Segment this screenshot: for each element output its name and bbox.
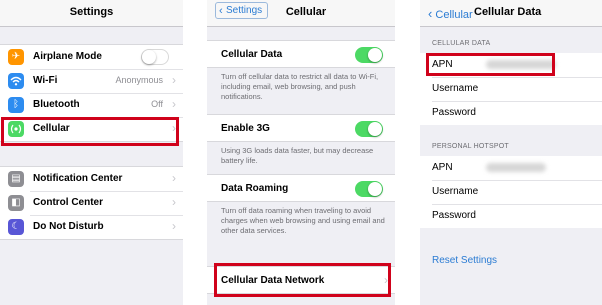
control-center-icon: ◧ <box>8 195 24 211</box>
airplane-icon: ✈ <box>8 49 24 65</box>
back-button-cellular[interactable]: ‹ Cellular <box>428 6 473 21</box>
password-label: Password <box>432 210 476 221</box>
password-row[interactable]: Password <box>420 101 602 125</box>
airplane-mode-toggle[interactable] <box>141 49 169 65</box>
cellular-navbar: ‹ Settings Cellular <box>207 0 395 27</box>
hotspot-apn-row[interactable]: APN <box>420 156 602 180</box>
hotspot-password-row[interactable]: Password <box>420 204 602 228</box>
back-label: Cellular <box>435 9 473 21</box>
page-title: Cellular Data <box>474 6 542 18</box>
moon-icon: ☾ <box>8 219 24 235</box>
apn-highlight-box <box>426 53 555 76</box>
enable-3g-footer: Using 3G loads data faster, but may decr… <box>221 146 374 165</box>
settings-screen: Settings ✈ Airplane Mode Wi-Fi Anonymous… <box>0 0 183 305</box>
settings-row-wifi[interactable]: Wi-Fi Anonymous › <box>0 69 183 93</box>
chevron-right-icon: › <box>172 219 176 233</box>
username-label: Username <box>432 83 479 94</box>
settings-navbar: Settings <box>0 0 183 27</box>
section-header-cellular-data: CELLULAR DATA <box>432 40 491 47</box>
row-label: Data Roaming <box>221 183 289 194</box>
cellular-data-footer: Turn off cellular data to restrict all d… <box>221 72 379 101</box>
bluetooth-status-value: Off <box>151 99 163 109</box>
hotspot-username-row[interactable]: Username <box>420 180 602 204</box>
notification-center-icon: ▤ <box>8 171 24 187</box>
row-label: Do Not Disturb <box>33 221 104 232</box>
row-label: Airplane Mode <box>33 51 102 62</box>
wifi-icon <box>8 73 24 89</box>
data-roaming-toggle[interactable] <box>355 181 383 197</box>
chevron-right-icon: › <box>172 195 176 209</box>
row-label: Cellular Data <box>221 49 283 60</box>
settings-row-notification-center[interactable]: ▤ Notification Center › <box>0 167 183 191</box>
reset-settings-button[interactable]: Reset Settings <box>432 255 497 266</box>
username-label: Username <box>432 186 479 197</box>
cellular-data-screen: ‹ Cellular Cellular Data CELLULAR DATA A… <box>420 0 602 305</box>
settings-group-system: ▤ Notification Center › ◧ Control Center… <box>0 166 183 240</box>
settings-row-do-not-disturb[interactable]: ☾ Do Not Disturb › <box>0 215 183 239</box>
settings-row-control-center[interactable]: ◧ Control Center › <box>0 191 183 215</box>
wifi-network-value: Anonymous <box>115 75 163 85</box>
chevron-right-icon: › <box>172 97 176 111</box>
apn-label: APN <box>432 162 453 173</box>
enable-3g-row[interactable]: Enable 3G <box>207 114 395 142</box>
username-row[interactable]: Username <box>420 77 602 101</box>
settings-row-airplane-mode[interactable]: ✈ Airplane Mode <box>0 45 183 69</box>
cellular-data-navbar: ‹ Cellular Cellular Data <box>420 0 602 27</box>
password-label: Password <box>432 107 476 118</box>
section-header-personal-hotspot: PERSONAL HOTSPOT <box>432 143 509 150</box>
chevron-right-icon: › <box>172 73 176 87</box>
cellular-data-row[interactable]: Cellular Data <box>207 40 395 68</box>
enable-3g-toggle[interactable] <box>355 121 383 137</box>
page-title: Settings <box>69 6 114 18</box>
settings-row-bluetooth[interactable]: ᛒ Bluetooth Off › <box>0 93 183 117</box>
chevron-right-icon: › <box>172 171 176 185</box>
row-label: Wi-Fi <box>33 75 58 86</box>
cellular-highlight-box <box>1 117 179 146</box>
data-roaming-footer: Turn off data roaming when traveling to … <box>221 206 385 235</box>
cellular-screen: ‹ Settings Cellular Cellular Data Turn o… <box>207 0 395 305</box>
cellular-data-network-highlight-box <box>214 263 391 297</box>
data-roaming-row[interactable]: Data Roaming <box>207 174 395 202</box>
bluetooth-icon: ᛒ <box>8 97 24 113</box>
row-label: Control Center <box>33 197 103 208</box>
row-label: Notification Center <box>33 173 123 184</box>
page-title: Cellular <box>285 6 327 18</box>
hotspot-apn-value-redacted[interactable] <box>486 163 546 172</box>
chevron-left-icon: ‹ <box>428 6 433 21</box>
cellular-data-toggle[interactable] <box>355 47 383 63</box>
row-label: Enable 3G <box>221 123 270 134</box>
row-label: Bluetooth <box>33 99 80 110</box>
